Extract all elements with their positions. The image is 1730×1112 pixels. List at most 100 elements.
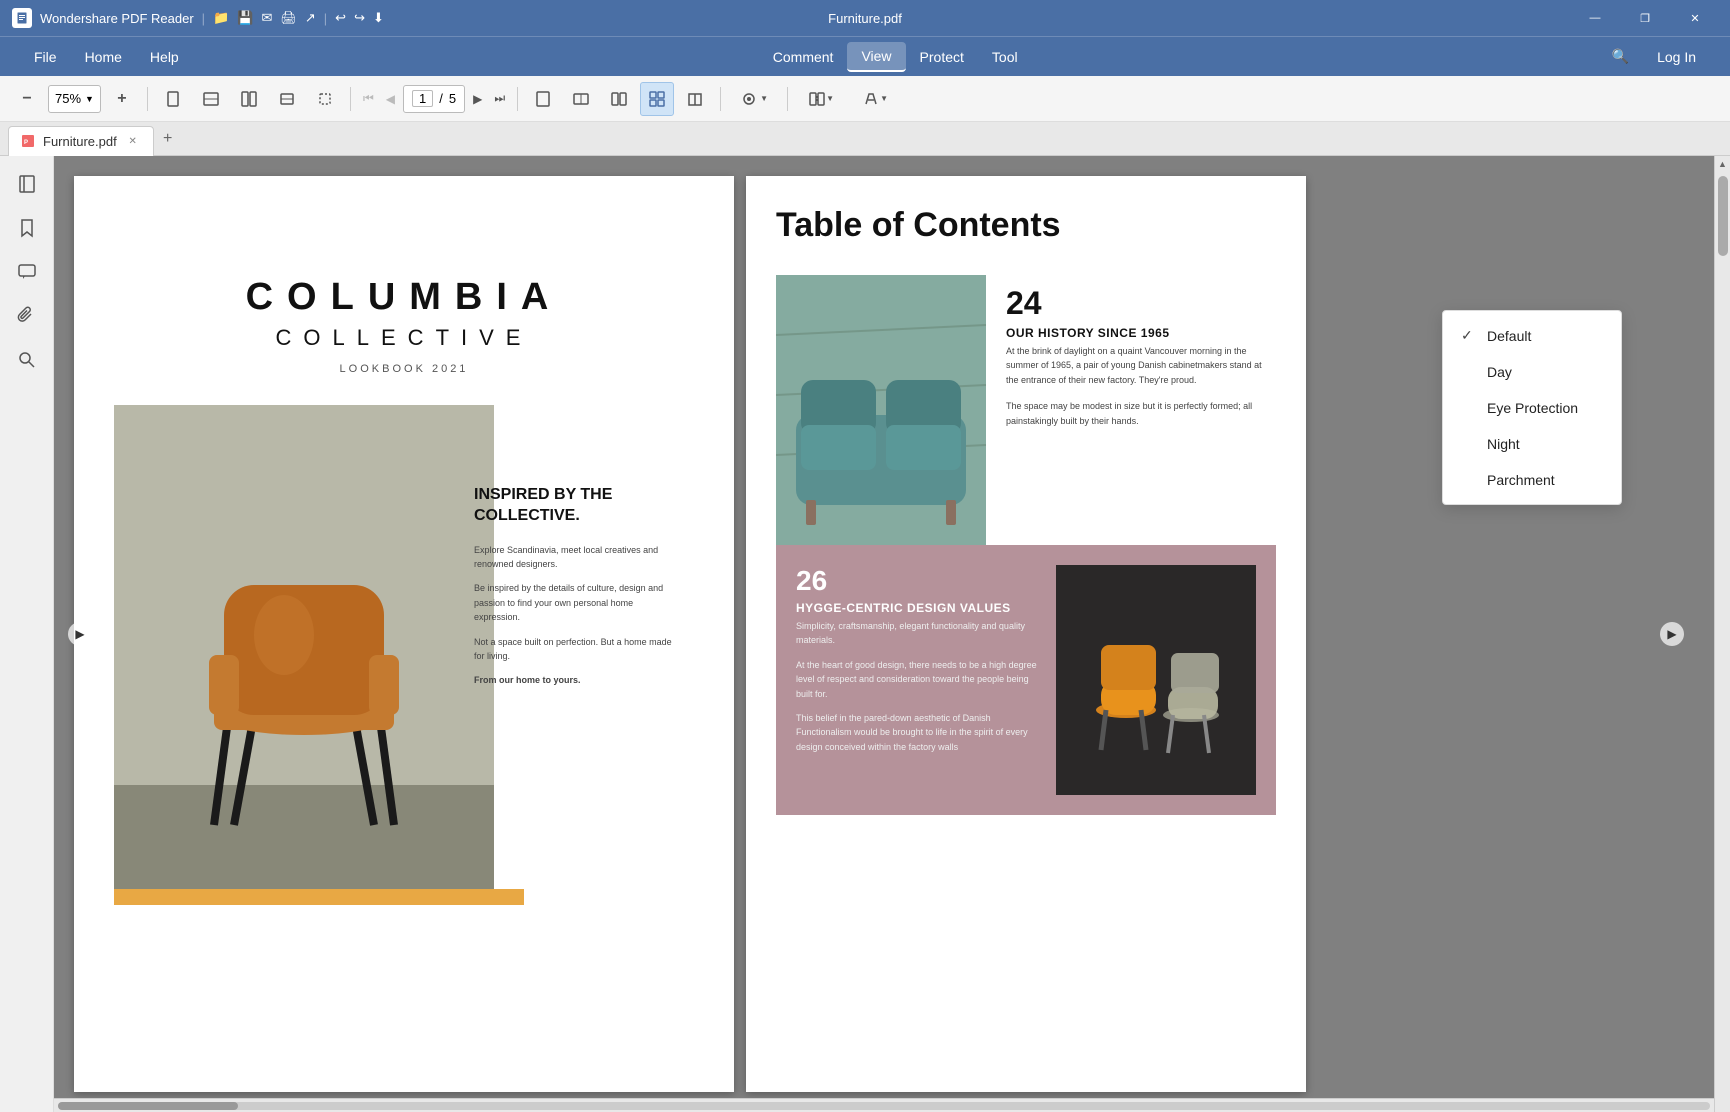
toolbar-icon: 📁 [213,10,229,26]
close-button[interactable]: ✕ [1672,0,1718,36]
left-sidebar [0,156,54,1112]
tab-close-button[interactable]: ✕ [125,133,141,149]
dropdown-arrow: ▼ [760,94,768,103]
last-page-button[interactable]: ⏭ [490,91,509,106]
menu-view[interactable]: View [847,42,905,72]
columbia-title: COLUMBIA [114,276,694,319]
grid-view-button[interactable] [640,82,674,116]
tab-add-button[interactable]: + [154,125,182,153]
more-icon[interactable]: ⬇ [373,10,384,26]
dropdown-parchment-label: Parchment [1487,472,1555,488]
search-menu-icon[interactable]: 🔍 [1598,42,1643,71]
chair-image [114,405,494,905]
toolbar-icon4: 🖨 [280,10,297,26]
restore-button[interactable]: ❐ [1622,0,1668,36]
title-bar-right: — ❐ ✕ [1572,0,1718,36]
sidebar-bookmark-icon[interactable] [9,210,45,246]
fit-width-button[interactable] [270,82,304,116]
h-scroll-track [58,1102,1710,1110]
main-area: ▶ COLUMBIA COLLECTIVE LOOKBOOK 2021 [0,156,1730,1112]
toc-26-body1: Simplicity, craftsmanship, elegant funct… [796,619,1040,648]
zoom-out-button[interactable]: − [10,82,44,116]
scroll-mode-button[interactable] [526,82,560,116]
dropdown-eye-protection-label: Eye Protection [1487,400,1578,416]
sidebar-attachment-icon[interactable] [9,298,45,334]
fit-mode-button[interactable] [564,82,598,116]
inspired-para1: Explore Scandinavia, meet local creative… [474,543,674,572]
zoom-value: 75% [55,91,81,106]
current-page[interactable]: 1 [412,90,433,107]
toc-24-body2: The space may be modest in size but it i… [1006,399,1276,428]
dropdown-eye-protection[interactable]: Eye Protection [1443,390,1621,426]
dropdown-day[interactable]: Day [1443,354,1621,390]
inspired-heading: INSPIRED BY THE COLLECTIVE. [474,485,674,527]
dropdown-default[interactable]: ✓ Default [1443,317,1621,354]
book-mode-button[interactable] [678,82,712,116]
sep5 [787,87,788,111]
login-button[interactable]: Log In [1643,43,1710,71]
toc-item-26: 26 HYGGE-CENTRIC DESIGN VALUES Simplicit… [776,545,1276,815]
toolbar-icon5: ↗ [305,10,316,26]
h-scroll-thumb[interactable] [58,1102,238,1110]
toolbar: − 75% ▼ + ⏮ ◀ 1 / 5 ▶ ⏭ [0,76,1730,122]
menu-comment[interactable]: Comment [759,43,848,71]
menu-home[interactable]: Home [71,43,136,71]
sep1 [147,87,148,111]
single-page-button[interactable] [156,82,190,116]
toc-26-heading: HYGGE-CENTRIC DESIGN VALUES [796,601,1040,615]
title-bar-center: Furniture.pdf [828,11,902,26]
tab-furniture-pdf[interactable]: P Furniture.pdf ✕ [8,126,154,156]
next-page-arrow[interactable]: ▶ [1660,622,1684,646]
menu-file[interactable]: File [20,43,71,71]
next-page-button[interactable]: ▶ [469,92,486,106]
minimize-button[interactable]: — [1572,0,1618,36]
inspired-para2: Be inspired by the details of culture, d… [474,581,674,624]
zoom-in-button[interactable]: + [105,82,139,116]
toc-24-heading: OUR HISTORY SINCE 1965 [1006,326,1276,340]
toc-24-body1: At the brink of daylight on a quaint Van… [1006,344,1276,387]
menu-protect[interactable]: Protect [906,43,978,71]
scroll-up-arrow[interactable]: ▲ [1715,156,1730,172]
markup-button[interactable]: ▼ [850,82,900,116]
compare-button[interactable]: ▼ [796,82,846,116]
dropdown-night[interactable]: Night [1443,426,1621,462]
scroll-thumb[interactable] [1718,176,1728,256]
crop-button[interactable] [308,82,342,116]
toolbar-icon3: ✉ [261,10,272,26]
menu-bar: File Home Help Comment View Protect Tool… [0,36,1730,76]
undo-icon[interactable]: ↩ [335,10,346,26]
dropdown-parchment[interactable]: Parchment [1443,462,1621,498]
tab-label: Furniture.pdf [43,134,117,149]
first-page-button[interactable]: ⏮ [359,91,378,106]
menu-help[interactable]: Help [136,43,193,71]
title-bar-left: Wondershare PDF Reader | 📁 💾 ✉ 🖨 ↗ | ↩ ↪… [12,8,384,28]
dropdown-day-label: Day [1487,364,1512,380]
dropdown-default-label: Default [1487,328,1531,344]
horizontal-scrollbar[interactable] [54,1098,1714,1112]
sidebar-search-icon[interactable] [9,342,45,378]
vertical-scrollbar[interactable]: ▲ [1714,156,1730,1112]
zoom-dropdown-icon: ▼ [85,94,94,104]
prev-page-button[interactable]: ◀ [382,92,399,106]
toc-26-body2: At the heart of good design, there needs… [796,658,1040,701]
page-nav: 1 / 5 [403,85,465,113]
eye-protection-dropdown: ✓ Default Day Eye Protection Night Parch… [1442,310,1622,505]
sidebar-book-icon[interactable] [9,166,45,202]
sidebar-comment-icon[interactable] [9,254,45,290]
redo-icon[interactable]: ↪ [354,10,365,26]
prev-page-arrow[interactable]: ▶ [68,622,92,646]
zoom-select[interactable]: 75% ▼ [48,85,101,113]
page-sep: / [439,91,443,106]
menu-tool[interactable]: Tool [978,43,1032,71]
eye-protect-dropdown[interactable]: ▼ [729,82,779,116]
pdf-viewer[interactable]: ▶ COLUMBIA COLLECTIVE LOOKBOOK 2021 [54,156,1714,1112]
title-bar: Wondershare PDF Reader | 📁 💾 ✉ 🖨 ↗ | ↩ ↪… [0,0,1730,36]
toc-26-number: 26 [796,565,1040,597]
two-col-button[interactable] [602,82,636,116]
toolbar-icon2: 💾 [237,10,253,26]
two-page-button[interactable] [232,82,266,116]
total-pages: 5 [449,91,456,106]
fit-page-button[interactable] [194,82,228,116]
lookbook-year: LOOKBOOK 2021 [114,363,694,375]
app-icon [12,8,32,28]
